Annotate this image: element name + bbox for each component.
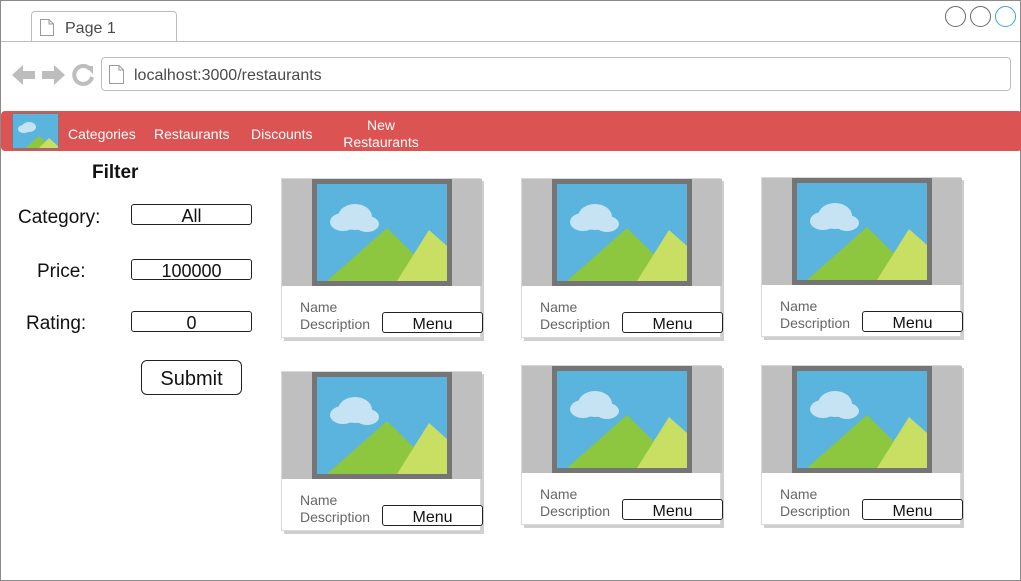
card-picture xyxy=(312,179,452,286)
restaurant-card[interactable]: Name Description Menu xyxy=(761,365,964,528)
card-picture xyxy=(552,366,692,473)
logo-image[interactable] xyxy=(12,113,59,149)
card-text: Name Description xyxy=(780,486,850,520)
nav-new-restaurants[interactable]: New Restaurants xyxy=(337,117,425,151)
card-body: Name Description Menu xyxy=(761,365,963,525)
card-body: Name Description Menu xyxy=(281,178,483,338)
rating-input[interactable]: 0 xyxy=(131,311,252,332)
restaurant-card[interactable]: Name Description Menu xyxy=(281,178,484,341)
close-button[interactable] xyxy=(995,6,1016,27)
back-arrow-icon[interactable] xyxy=(12,64,36,86)
browser-window: Page 1 localhost:3000/restaurants Catego… xyxy=(0,0,1021,581)
card-image xyxy=(762,178,962,285)
image-placeholder-icon xyxy=(557,184,687,281)
image-placeholder-icon xyxy=(557,371,687,468)
restaurant-card[interactable]: Name Description Menu xyxy=(281,371,484,534)
filter-title: Filter xyxy=(92,162,139,183)
nav-restaurants[interactable]: Restaurants xyxy=(154,126,229,143)
card-picture xyxy=(552,179,692,286)
menu-button[interactable]: Menu xyxy=(382,312,483,333)
card-text: Name Description xyxy=(540,486,610,520)
nav-categories[interactable]: Categories xyxy=(68,126,136,143)
card-body: Name Description Menu xyxy=(281,371,483,531)
image-placeholder-icon xyxy=(317,184,447,281)
nav-discounts[interactable]: Discounts xyxy=(251,126,312,143)
restaurant-name: Name xyxy=(540,486,578,502)
minimize-button[interactable] xyxy=(945,6,966,27)
card-text: Name Description xyxy=(540,299,610,333)
restaurant-name: Name xyxy=(780,298,818,314)
restaurant-description: Description xyxy=(540,316,611,332)
image-placeholder-icon xyxy=(797,183,927,280)
rating-label: Rating: xyxy=(26,313,87,334)
restaurant-description: Description xyxy=(300,509,371,525)
page-icon xyxy=(40,19,54,36)
tab-divider xyxy=(1,41,1020,42)
menu-button[interactable]: Menu xyxy=(622,499,723,520)
card-image xyxy=(282,179,482,286)
restaurant-card[interactable]: Name Description Menu xyxy=(521,178,724,341)
image-placeholder-icon xyxy=(797,371,927,468)
menu-button[interactable]: Menu xyxy=(382,505,483,526)
restaurant-name: Name xyxy=(300,299,338,315)
card-image xyxy=(282,372,482,479)
restaurant-description: Description xyxy=(780,503,851,519)
card-text: Name Description xyxy=(300,299,370,333)
page-icon xyxy=(109,65,124,84)
restaurant-description: Description xyxy=(780,315,851,331)
card-picture xyxy=(312,372,452,479)
price-label: Price: xyxy=(37,261,86,282)
price-input[interactable]: 100000 xyxy=(131,259,252,280)
card-body: Name Description Menu xyxy=(521,178,723,338)
image-placeholder-icon xyxy=(317,377,447,474)
url-text: localhost:3000/restaurants xyxy=(134,67,322,84)
restaurant-name: Name xyxy=(780,486,818,502)
card-text: Name Description xyxy=(300,492,370,526)
category-label: Category: xyxy=(18,207,101,228)
card-picture xyxy=(792,178,932,285)
card-picture xyxy=(792,366,932,473)
submit-button[interactable]: Submit xyxy=(141,360,242,395)
forward-arrow-icon[interactable] xyxy=(41,64,65,86)
image-placeholder-icon xyxy=(13,114,58,148)
restaurant-card[interactable]: Name Description Menu xyxy=(521,365,724,528)
maximize-button[interactable] xyxy=(970,6,991,27)
restaurant-name: Name xyxy=(300,492,338,508)
restaurant-card[interactable]: Name Description Menu xyxy=(761,177,964,340)
restaurant-name: Name xyxy=(540,299,578,315)
category-input[interactable]: All xyxy=(131,204,252,225)
card-body: Name Description Menu xyxy=(521,365,723,525)
menu-button[interactable]: Menu xyxy=(622,312,723,333)
restaurant-description: Description xyxy=(300,316,371,332)
tab-title: Page 1 xyxy=(65,20,116,37)
address-bar[interactable]: localhost:3000/restaurants xyxy=(101,57,1011,91)
card-text: Name Description xyxy=(780,298,850,332)
restaurant-description: Description xyxy=(540,503,611,519)
reload-icon[interactable] xyxy=(72,64,94,86)
card-image xyxy=(522,366,722,473)
card-body: Name Description Menu xyxy=(761,177,963,337)
navbar: Categories Restaurants Discounts New Res… xyxy=(1,111,1021,151)
browser-tab[interactable]: Page 1 xyxy=(31,11,177,42)
card-image xyxy=(522,179,722,286)
menu-button[interactable]: Menu xyxy=(862,311,963,332)
card-image xyxy=(762,366,962,473)
menu-button[interactable]: Menu xyxy=(862,499,963,520)
